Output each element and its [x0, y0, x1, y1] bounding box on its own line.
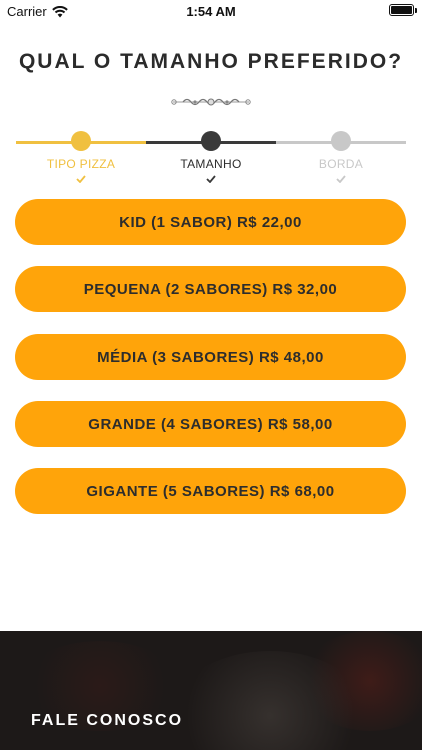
- step-tamanho[interactable]: TAMANHO: [146, 131, 276, 183]
- ornament-divider-icon: [171, 98, 251, 106]
- check-icon: [76, 175, 86, 183]
- option-kid-button[interactable]: KID (1 SABOR) R$ 22,00: [15, 199, 406, 245]
- step-dot: [331, 131, 351, 151]
- step-dot: [71, 131, 91, 151]
- status-bar: Carrier 1:54 AM: [0, 0, 422, 22]
- option-gigante-button[interactable]: GIGANTE (5 SABORES) R$ 68,00: [15, 468, 406, 514]
- check-icon: [336, 175, 346, 183]
- step-label: TIPO PIZZA: [46, 157, 116, 171]
- contact-link[interactable]: FALE CONOSCO: [31, 712, 183, 730]
- step-label: BORDA: [318, 157, 364, 171]
- status-time: 1:54 AM: [186, 4, 236, 19]
- step-borda[interactable]: BORDA: [276, 131, 406, 183]
- step-tipo-pizza[interactable]: TIPO PIZZA: [16, 131, 146, 183]
- step-dot: [201, 131, 221, 151]
- option-media-button[interactable]: MÉDIA (3 SABORES) R$ 48,00: [15, 334, 406, 380]
- option-pequena-button[interactable]: PEQUENA (2 SABORES) R$ 32,00: [15, 266, 406, 312]
- page-title: QUAL O TAMANHO PREFERIDO?: [18, 50, 404, 73]
- check-icon: [206, 175, 216, 183]
- footer: FALE CONOSCO: [0, 631, 422, 750]
- option-grande-button[interactable]: GRANDE (4 SABORES) R$ 58,00: [15, 401, 406, 447]
- battery-icon: [389, 4, 417, 16]
- progress-stepper: TIPO PIZZA TAMANHO BORDA: [16, 131, 406, 191]
- step-label: TAMANHO: [180, 157, 242, 171]
